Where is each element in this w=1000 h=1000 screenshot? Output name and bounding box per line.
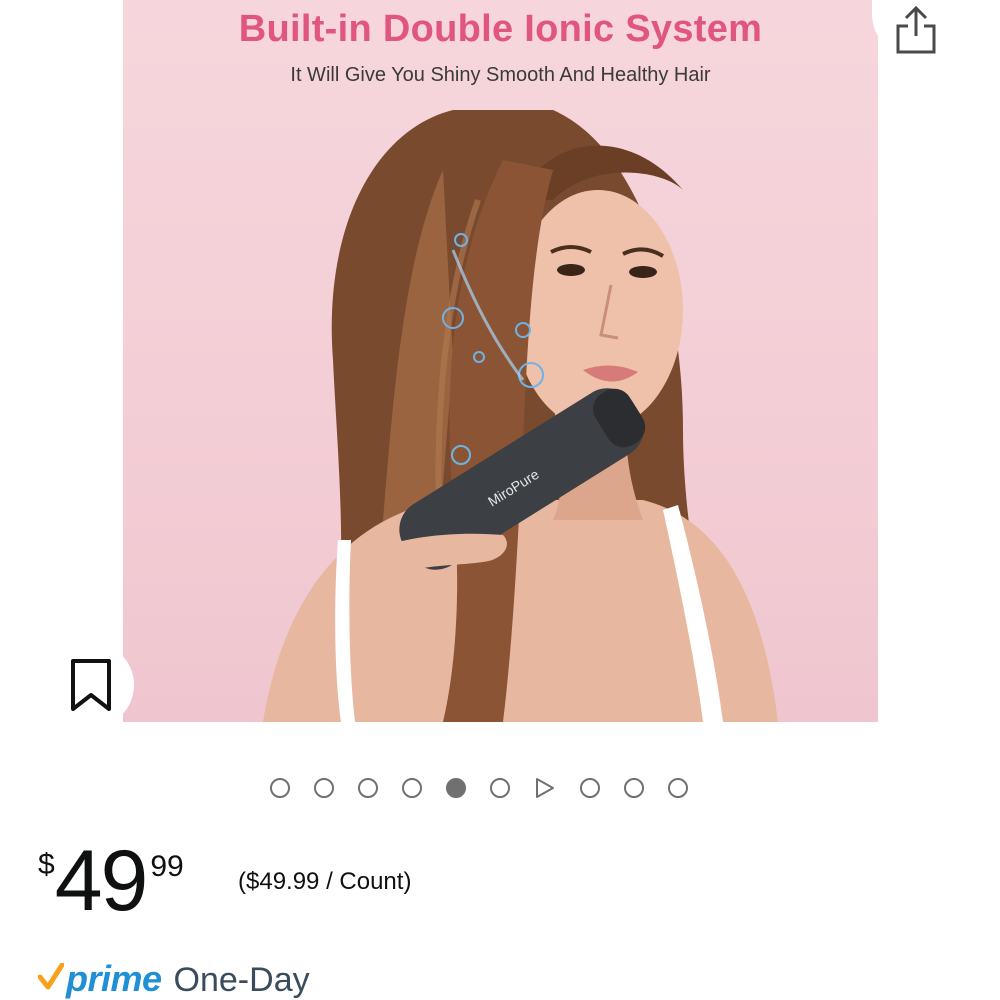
prime-delivery-text: One-Day bbox=[173, 961, 310, 999]
carousel-dot[interactable] bbox=[624, 778, 644, 798]
carousel-dot[interactable] bbox=[358, 778, 378, 798]
share-icon bbox=[896, 5, 936, 54]
bookmark-icon bbox=[71, 659, 111, 711]
check-icon bbox=[38, 963, 64, 990]
share-button[interactable] bbox=[872, 0, 960, 58]
image-carousel-indicators bbox=[270, 777, 688, 799]
carousel-dot[interactable] bbox=[668, 778, 688, 798]
prime-badge: prime One-Day bbox=[38, 958, 310, 1000]
carousel-dot[interactable] bbox=[270, 778, 290, 798]
carousel-dot[interactable] bbox=[402, 778, 422, 798]
price-symbol: $ bbox=[38, 848, 55, 881]
image-headline: Built-in Double Ionic System bbox=[238, 8, 763, 50]
carousel-dot-active[interactable] bbox=[446, 778, 466, 798]
carousel-dot[interactable] bbox=[314, 778, 334, 798]
price-whole: 49 bbox=[54, 833, 149, 929]
unit-price: ($49.99 / Count) bbox=[238, 868, 412, 895]
product-image[interactable]: MiroPure Built-in Double Ionic System It… bbox=[123, 0, 878, 722]
price: $ 49 99 bbox=[38, 838, 184, 924]
save-button[interactable] bbox=[48, 642, 134, 728]
product-photo: MiroPure bbox=[263, 110, 778, 722]
price-fraction: 99 bbox=[150, 850, 184, 883]
image-subhead: It Will Give You Shiny Smooth And Health… bbox=[290, 64, 711, 86]
prime-logo-text: prime bbox=[66, 958, 162, 999]
carousel-dot[interactable] bbox=[580, 778, 600, 798]
carousel-dot[interactable] bbox=[490, 778, 510, 798]
play-icon[interactable] bbox=[534, 777, 556, 799]
